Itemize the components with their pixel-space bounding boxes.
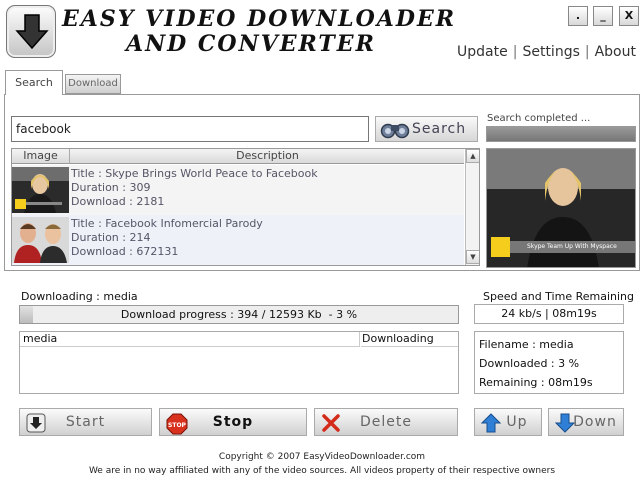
video-preview: Skype Team Up With Myspace [486,148,636,268]
download-queue-list[interactable]: media Downloading [19,331,459,394]
app-title-line2: AND CONVERTER [126,31,376,57]
tab-search[interactable]: Search [5,70,63,95]
info-remaining: Remaining : 08m19s [479,376,593,389]
top-nav: Update | Settings | About [457,44,636,60]
result-download-count: Download : 2181 [71,195,165,208]
download-info-box: Filename : media Downloaded : 3 % Remain… [474,331,624,394]
column-header-image[interactable]: Image [12,149,70,164]
nav-update-link[interactable]: Update [457,44,508,60]
downloading-label: Downloading : media [21,290,138,303]
window-close-button[interactable]: X [619,6,639,26]
app-logo [6,5,56,58]
move-down-button[interactable]: Down [548,408,624,436]
result-duration: Duration : 309 [71,181,151,194]
up-button-label: Up [506,414,528,430]
binoculars-icon [380,120,410,143]
preview-caption: Skype Team Up With Myspace [527,243,617,250]
window-dot-button[interactable]: . [568,6,588,26]
search-status-bar [486,126,636,142]
results-scrollbar[interactable]: ▲ ▼ [465,149,479,265]
download-progress-text: Download progress : 394 / 12593 Kb - 3 % [120,308,358,321]
result-thumbnail [12,167,69,213]
result-duration: Duration : 214 [71,231,151,244]
start-button[interactable]: Start [19,408,152,436]
column-header-description[interactable]: Description [71,149,464,164]
move-up-button[interactable]: Up [474,408,542,436]
footer-disclaimer: We are in no way affiliated with any of … [88,466,556,476]
result-thumbnail [12,217,69,263]
results-list[interactable]: Image Description Title : Skype Brings W… [11,148,480,266]
search-button-label: Search [412,121,467,137]
stop-button[interactable]: STOP Stop [159,408,307,436]
result-row[interactable]: Title : Skype Brings World Peace to Face… [12,165,464,215]
speed-title: Speed and Time Remaining [483,290,634,303]
download-progress-bar: Download progress : 394 / 12593 Kb - 3 % [19,305,459,324]
result-title: Title : Skype Brings World Peace to Face… [71,167,318,180]
delete-button[interactable]: Delete [314,408,458,436]
result-title: Title : Facebook Infomercial Parody [71,217,263,230]
result-row[interactable]: Title : Facebook Infomercial Parody Dura… [12,215,464,265]
app-title-line1: EASY VIDEO DOWNLOADER [62,6,457,32]
nav-separator: | [584,44,590,60]
result-details: Title : Skype Brings World Peace to Face… [71,167,318,209]
delete-button-label: Delete [360,414,412,430]
search-button[interactable]: Search [375,116,478,142]
info-filename: Filename : media [479,338,574,351]
nav-settings-link[interactable]: Settings [522,44,579,60]
queue-column-media[interactable]: media [20,332,360,347]
window-minimize-button[interactable]: _ [593,6,613,26]
start-button-label: Start [65,414,106,430]
search-status-text: Search completed ... [487,113,591,124]
result-download-count: Download : 672131 [71,245,179,258]
nav-separator: | [512,44,518,60]
search-input[interactable] [11,116,369,142]
results-header: Image Description [12,149,464,164]
scroll-up-arrow-icon[interactable]: ▲ [466,149,479,163]
down-button-label: Down [573,414,617,430]
speed-value: 24 kb/s | 08m19s [474,304,624,324]
queue-column-status[interactable]: Downloading [361,332,458,347]
stop-button-label: Stop [212,414,254,430]
tab-download[interactable]: Download [65,74,121,94]
download-arrow-icon [15,14,49,50]
scroll-down-arrow-icon[interactable]: ▼ [466,250,479,264]
nav-about-link[interactable]: About [595,44,636,60]
footer-copyright: Copyright © 2007 EasyVideoDownloader.com [218,452,426,462]
info-downloaded: Downloaded : 3 % [479,357,580,370]
result-details: Title : Facebook Infomercial Parody Dura… [71,217,263,259]
